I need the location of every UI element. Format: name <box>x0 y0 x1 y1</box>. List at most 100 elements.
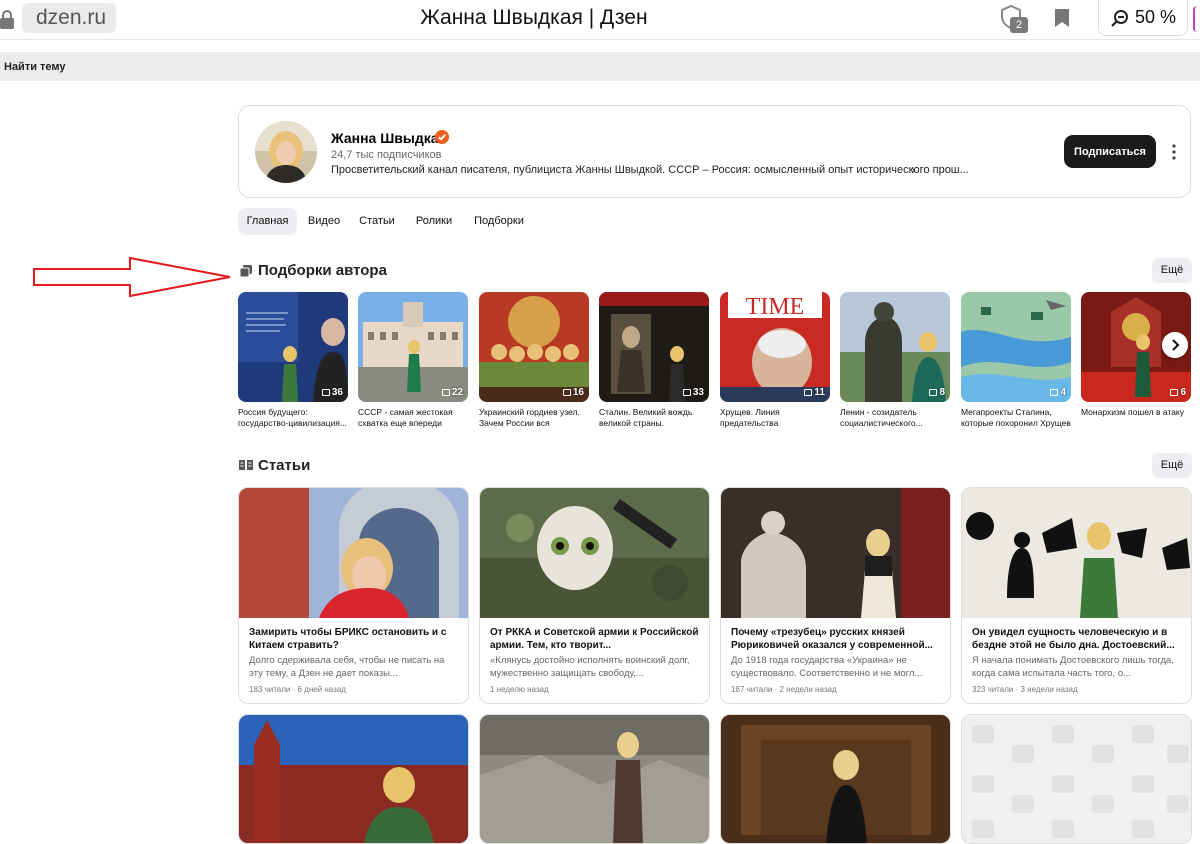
verified-badge-icon <box>435 130 449 144</box>
shield-button[interactable]: 2 <box>1000 4 1030 33</box>
collection-cover-image: 16 <box>479 292 589 402</box>
collections-icon <box>240 265 252 277</box>
collection-count: 11 <box>814 387 825 398</box>
article-meta: 187 читали · 2 недели назад <box>731 685 837 694</box>
tab-video[interactable]: Видео <box>300 208 348 235</box>
collection-cover-image: TIME 11 <box>720 292 830 402</box>
article-snippet: Долго сдерживала себя, чтобы не писать н… <box>249 655 445 679</box>
article-image <box>721 715 950 843</box>
collection-card[interactable]: 33 Сталин. Великий вождь великой страны. <box>599 292 710 429</box>
article-card[interactable]: Замирить чтобы БРИКС остановить и с Кита… <box>238 487 469 704</box>
tab-main[interactable]: Главная <box>238 208 297 235</box>
subscriber-count: 24,7 тыс подписчиков <box>331 149 442 161</box>
collection-count-badge: 11 <box>804 387 825 398</box>
article-card[interactable] <box>479 714 710 844</box>
browser-tab-title: Жанна Швыдкая | Дзен <box>420 6 648 29</box>
collection-title[interactable]: Сталин. Великий вождь великой страны. <box>599 407 709 429</box>
collection-card[interactable]: 6 Монархизм пошел в атаку <box>1081 292 1192 429</box>
tab-articles[interactable]: Статьи <box>353 208 401 235</box>
collection-count-badge: 22 <box>441 387 463 398</box>
zoom-icon <box>1111 10 1128 27</box>
collection-stack-icon <box>321 389 330 396</box>
collection-cover-image: 36 <box>238 292 348 402</box>
collection-count: 4 <box>1060 387 1066 398</box>
red-annotation-arrow <box>33 256 231 298</box>
topic-search-label: Найти тему <box>4 61 66 73</box>
zoom-control[interactable]: 50 % <box>1098 0 1188 36</box>
collection-card[interactable]: 4 Мегапроекты Сталина, которые похоронил … <box>961 292 1072 429</box>
collection-card[interactable]: 16 Украинский гордиев узел. Зачем России … <box>479 292 590 429</box>
article-title[interactable]: Он увидел сущность человеческую и в безд… <box>972 626 1181 652</box>
article-image <box>962 488 1191 618</box>
article-meta: 183 читали · 6 дней назад <box>249 685 346 694</box>
collection-count: 16 <box>572 387 584 398</box>
collection-stack-icon <box>441 389 450 396</box>
article-image <box>480 488 709 618</box>
collection-cover-image: 22 <box>358 292 468 402</box>
article-meta: 323 читали · 3 недели назад <box>972 685 1078 694</box>
article-snippet: «Клянусь достойно исполнять воинский дол… <box>490 655 690 679</box>
article-image <box>239 715 468 843</box>
collection-title[interactable]: Россия будущего: государство-цивилизация… <box>238 407 348 429</box>
article-card[interactable] <box>238 714 469 844</box>
collection-title[interactable]: Украинский гордиев узел. Зачем России вс… <box>479 407 589 429</box>
collections-section-title: Подборки автора <box>258 262 387 279</box>
collection-title[interactable]: Ленин - созидатель социалистического... <box>840 407 950 429</box>
zoom-level: 50 % <box>1135 7 1177 27</box>
collection-card[interactable]: 8 Ленин - созидатель социалистического... <box>840 292 951 429</box>
collection-stack-icon <box>1050 389 1059 396</box>
article-card[interactable] <box>720 714 951 844</box>
channel-name[interactable]: Жанна Швыдкая <box>331 130 447 146</box>
article-image <box>721 488 950 618</box>
article-title[interactable]: От РККА и Советской армии к Российской а… <box>490 626 699 652</box>
tab-collections[interactable]: Подборки <box>466 208 532 235</box>
collection-cover-image: 8 <box>840 292 950 402</box>
tab-shorts[interactable]: Ролики <box>408 208 460 235</box>
browser-toolbar: dzen.ru Жанна Швыдкая | Дзен 2 50 % <box>0 0 1200 40</box>
bookmark-icon[interactable] <box>1054 8 1070 28</box>
topic-search-strip[interactable]: Найти тему <box>0 52 1200 81</box>
chevron-right-icon[interactable]: › <box>911 162 915 177</box>
collection-count-badge: 16 <box>562 387 584 398</box>
collection-stack-icon <box>1170 389 1179 396</box>
article-title[interactable]: Почему «трезубец» русских князей Рюриков… <box>731 626 940 652</box>
shield-count-badge: 2 <box>1010 17 1028 33</box>
articles-icon <box>239 460 253 470</box>
collection-cover-image: 33 <box>599 292 709 402</box>
channel-description[interactable]: Просветительский канал писателя, публици… <box>331 164 969 176</box>
placeholder-pattern <box>962 715 1191 843</box>
carousel-next-button[interactable] <box>1162 332 1188 358</box>
collection-count: 22 <box>451 387 463 398</box>
article-card[interactable]: Почему «трезубец» русских князей Рюриков… <box>720 487 951 704</box>
article-snippet: Я начала понимать Достоевского лишь тогд… <box>972 655 1174 679</box>
collection-card[interactable]: 36 Россия будущего: государство-цивилизац… <box>238 292 349 429</box>
article-card[interactable]: От РККА и Советской армии к Российской а… <box>479 487 710 704</box>
collection-cover-image: 4 <box>961 292 1071 402</box>
collection-stack-icon <box>682 389 691 396</box>
avatar[interactable] <box>255 121 317 183</box>
more-vertical-icon[interactable] <box>1172 144 1176 160</box>
collection-stack-icon <box>562 389 571 396</box>
subscribe-button[interactable]: Подписаться <box>1064 135 1156 168</box>
articles-section-title: Статьи <box>258 457 311 474</box>
article-card[interactable] <box>961 714 1192 844</box>
collection-card[interactable]: TIME 11 Хрущев. Линия предательства <box>720 292 831 429</box>
collection-count-badge: 33 <box>682 387 704 398</box>
articles-more-button[interactable]: Ещё <box>1152 453 1192 478</box>
collection-count-badge: 6 <box>1170 387 1186 398</box>
collection-title[interactable]: Мегапроекты Сталина, которые похоронил Х… <box>961 407 1071 429</box>
collection-card[interactable]: 22 СССР - самая жестокая схватка еще впер… <box>358 292 469 429</box>
extension-edge <box>1193 6 1200 32</box>
collection-title[interactable]: Хрущев. Линия предательства <box>720 407 830 429</box>
article-meta: 1 неделю назад <box>490 685 549 694</box>
channel-header-card: Жанна Швыдкая 24,7 тыс подписчиков Просв… <box>238 105 1191 198</box>
collection-count: 6 <box>1180 387 1186 398</box>
article-image <box>480 715 709 843</box>
collection-stack-icon <box>804 389 813 396</box>
collections-more-button[interactable]: Ещё <box>1152 258 1192 283</box>
article-title[interactable]: Замирить чтобы БРИКС остановить и с Кита… <box>249 626 458 652</box>
article-card[interactable]: Он увидел сущность человеческую и в безд… <box>961 487 1192 704</box>
collection-count-badge: 4 <box>1050 387 1066 398</box>
collection-title[interactable]: СССР - самая жестокая схватка еще вперед… <box>358 407 468 429</box>
collection-title[interactable]: Монархизм пошел в атаку <box>1081 407 1191 429</box>
